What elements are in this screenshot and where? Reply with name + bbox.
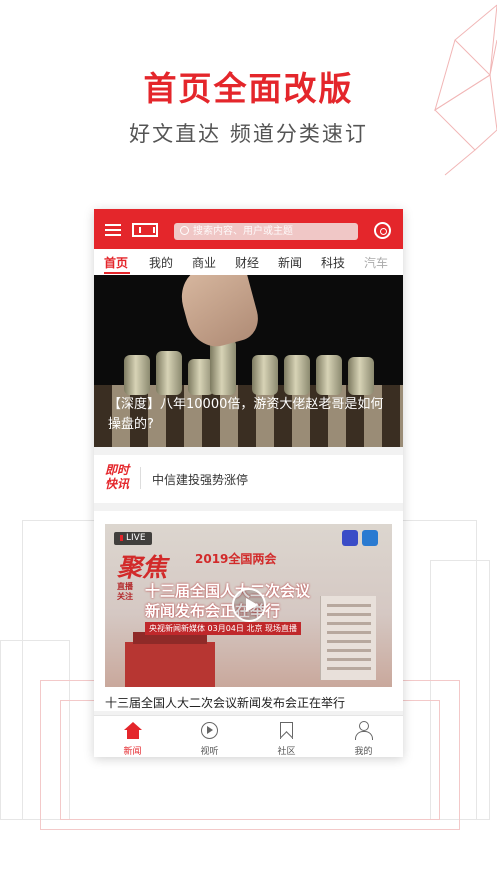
home-icon (124, 722, 142, 740)
tab-finance[interactable]: 财经 (235, 254, 259, 271)
flash-news-logo: 即时 快讯 (105, 463, 133, 491)
promo-subtitle: 好文直达 频道分类速订 (129, 122, 368, 146)
nav-community[interactable]: 社区 (248, 716, 325, 757)
channel-tabs: 首页 我的 商业 财经 新闻 科技 汽车 (94, 249, 403, 275)
tab-auto[interactable]: 汽车 (364, 254, 388, 271)
tab-indicator (104, 272, 130, 274)
nav-news[interactable]: 新闻 (94, 716, 171, 757)
tiananmen-image (125, 632, 215, 687)
money-roll-image (316, 355, 342, 395)
live-badge: LIVE (114, 532, 152, 545)
hand-image (174, 275, 264, 353)
user-icon (355, 721, 373, 740)
tab-home[interactable]: 首页 (104, 254, 128, 271)
bookmark-icon (280, 722, 293, 739)
flash-news-card[interactable]: 即时 快讯 中信建投强势涨停 (94, 455, 403, 503)
carousel-indicator (358, 437, 391, 447)
nav-label: 新闻 (123, 747, 142, 757)
phone-screen: 首页 我的 商业 财经 新闻 科技 汽车 【深度】八年10000倍，游资大佬赵老… (94, 209, 403, 757)
video-thumbnail[interactable]: LIVE 聚焦 2019全国两会 直播关注 十三届全国人大二次会议 新闻发布会正… (105, 524, 392, 687)
nav-label: 社区 (277, 747, 296, 757)
money-roll-image (348, 357, 374, 395)
audio-icon[interactable] (374, 222, 391, 239)
money-roll-image (156, 351, 182, 395)
nav-audio-visual[interactable]: 视听 (171, 716, 248, 757)
video-focus-tag: 直播关注 (117, 582, 133, 601)
channel-logo-icon (342, 530, 358, 546)
money-roll-image (124, 355, 150, 395)
bottom-nav: 新闻 视听 社区 我的 (94, 715, 403, 757)
flash-logo-line2: 快讯 (105, 477, 130, 491)
money-roll-image (210, 339, 236, 395)
tab-business[interactable]: 商业 (192, 254, 216, 271)
video-overlay-line1: 十三届全国人大二次会议 (145, 582, 311, 600)
flash-logo-line1: 即时 (105, 463, 130, 477)
building-image (320, 596, 376, 680)
menu-icon[interactable] (105, 224, 121, 236)
money-roll-image (284, 355, 310, 395)
nav-mine[interactable]: 我的 (325, 716, 402, 757)
nav-label: 视听 (200, 747, 219, 757)
hero-banner[interactable]: 【深度】八年10000倍，游资大佬赵老哥是如何操盘的? (94, 275, 403, 447)
nav-label: 我的 (354, 747, 373, 757)
play-circle-icon (201, 722, 218, 739)
video-title: 十三届全国人大二次会议新闻发布会正在举行 (105, 696, 346, 710)
flash-news-text: 中信建投强势涨停 (152, 473, 249, 487)
tab-mine[interactable]: 我的 (149, 254, 173, 271)
play-icon[interactable] (232, 588, 266, 622)
promo-title: 首页全面改版 (143, 69, 354, 108)
video-year-tag: 2019全国两会 (195, 552, 277, 566)
video-headline: 聚焦 (117, 553, 168, 582)
video-info: 央视新闻新媒体 03月04日 北京 现场直播 (145, 622, 301, 635)
divider (140, 467, 141, 489)
search-bar[interactable] (174, 223, 358, 240)
search-input[interactable] (193, 223, 353, 240)
tab-tech[interactable]: 科技 (321, 254, 345, 271)
app-header (94, 209, 403, 249)
hero-title: 【深度】八年10000倍，游资大佬赵老哥是如何操盘的? (108, 397, 384, 432)
channel-logo-icon (362, 530, 378, 546)
video-card[interactable]: LIVE 聚焦 2019全国两会 直播关注 十三届全国人大二次会议 新闻发布会正… (94, 511, 403, 711)
tab-news[interactable]: 新闻 (278, 254, 302, 271)
app-logo-icon[interactable] (132, 223, 158, 237)
search-icon (180, 226, 189, 235)
money-roll-image (252, 355, 278, 395)
